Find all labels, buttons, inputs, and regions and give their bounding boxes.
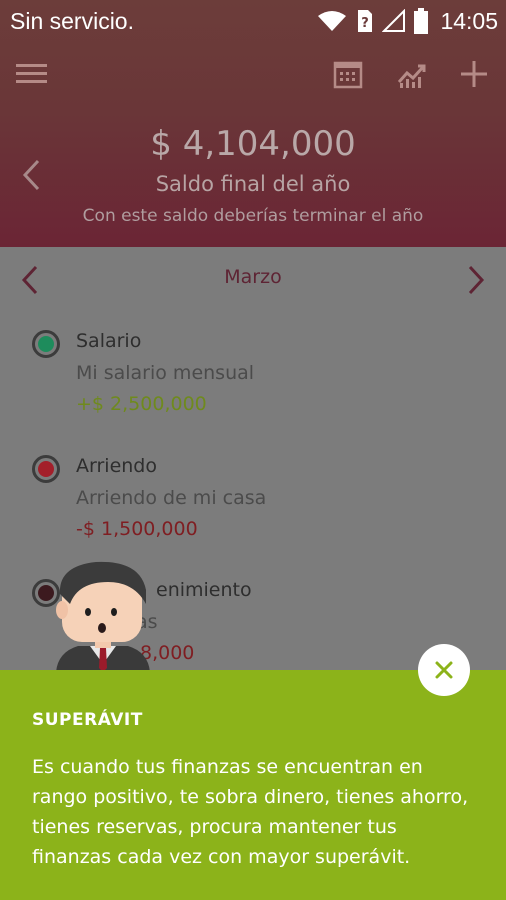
- close-button[interactable]: [418, 644, 470, 696]
- menu-icon[interactable]: [16, 58, 48, 90]
- item-title: Salario: [76, 330, 142, 352]
- balance-sublabel: Con este saldo deberías terminar el año: [82, 206, 424, 226]
- clock: 14:05: [440, 7, 498, 34]
- trend-chart-icon[interactable]: [396, 58, 428, 90]
- month-selector: Marzo: [0, 247, 506, 309]
- wifi-icon: [318, 11, 347, 31]
- toolbar: [0, 52, 506, 96]
- year-end-balance: $ 4,104,000: [150, 124, 356, 164]
- month-title: Marzo: [224, 266, 282, 288]
- tip-panel: SUPERÁVIT Es cuando tus finanzas se encu…: [0, 670, 506, 900]
- item-description: Mi salario mensual: [76, 362, 255, 384]
- item-description: Arriendo de mi casa: [76, 487, 267, 509]
- category-dot: [32, 455, 60, 483]
- item-title: Arriendo: [76, 455, 157, 477]
- battery-icon: [414, 8, 429, 34]
- chevron-right-icon[interactable]: [464, 265, 486, 295]
- category-dot: [32, 330, 60, 358]
- tip-body: Es cuando tus finanzas se encuentran en …: [32, 756, 469, 868]
- no-sim-icon: ?: [358, 10, 373, 32]
- balance-label: Saldo final del año: [155, 172, 351, 196]
- carrier-text: Sin servicio.: [10, 8, 134, 34]
- item-amount: +$ 2,500,000: [76, 393, 207, 415]
- item-amount: -$ 1,500,000: [76, 518, 198, 540]
- item-title: enimiento: [156, 579, 252, 601]
- tip-title: SUPERÁVIT: [32, 710, 143, 730]
- status-bar: Sin servicio. ? 14:05: [0, 0, 506, 44]
- svg-text:?: ?: [362, 16, 370, 31]
- advisor-character-illustration: [56, 561, 150, 672]
- calendar-icon[interactable]: [333, 58, 365, 90]
- status-icons: ? 14:05: [316, 6, 498, 36]
- close-icon: [435, 661, 453, 679]
- signal-icon: [382, 9, 406, 32]
- add-icon[interactable]: [458, 58, 490, 90]
